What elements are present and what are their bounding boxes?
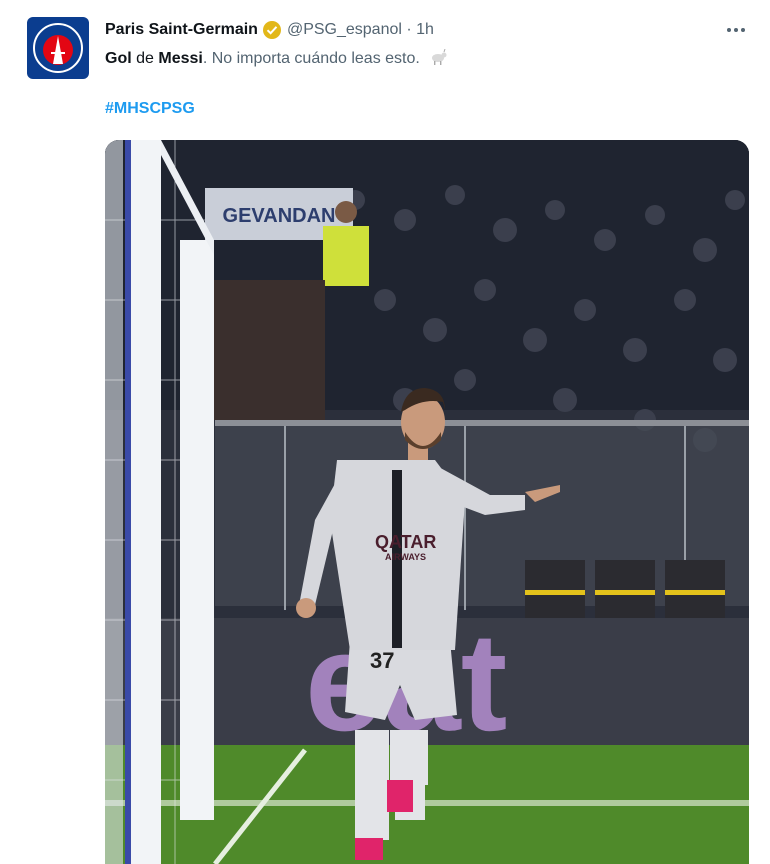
shirt-sponsor-line1: QATAR [375,532,436,552]
shirt-sponsor-line2: AIRWAYS [385,552,426,562]
stadium-banner-text: GEVANDAN [223,205,336,227]
more-options-icon[interactable] [724,18,748,42]
goat-emoji-icon [428,48,448,67]
author-handle-time[interactable]: @PSG_espanol · 1h [287,21,434,39]
tweet-card: Paris Saint-Germain @PSG_espanol · 1h Go… [0,0,770,864]
tweet-text-de: de [131,50,159,67]
tweet-text-bold-messi: Messi [158,50,203,67]
tweet-text-bold-gol: Gol [105,50,132,67]
shirt-number-text: 37 [370,648,394,673]
tweet-photo[interactable]: GEVANDAN eat [105,140,749,864]
hashtag-link[interactable]: #MHSCPSG [105,100,195,118]
tweet-text-rest: . No importa cuándo leas esto. [202,50,420,67]
psg-avatar-icon[interactable] [27,17,89,79]
verified-badge-icon [262,20,282,40]
author-name[interactable]: Paris Saint-Germain [105,21,258,39]
tweet-header: Paris Saint-Germain @PSG_espanol · 1h [105,20,434,40]
tweet-text: Gol de Messi. No importa cuándo leas est… [105,48,448,70]
